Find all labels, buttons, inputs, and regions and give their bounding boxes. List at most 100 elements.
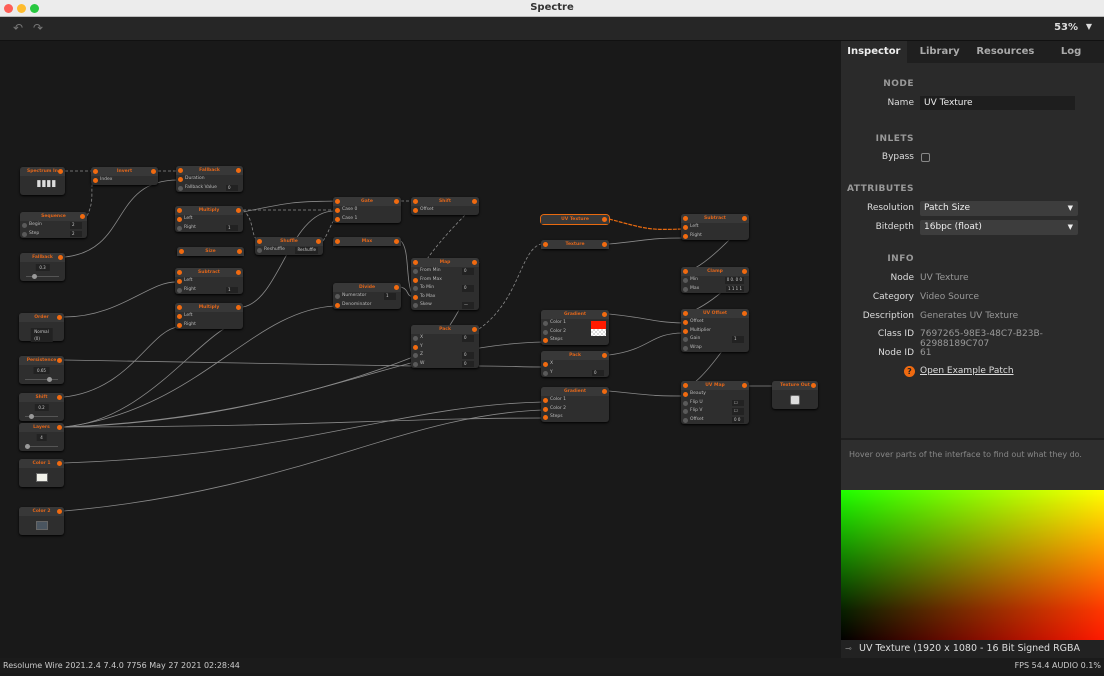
- inlet-port[interactable]: [413, 361, 418, 367]
- value-field[interactable]: 0.2: [34, 404, 49, 411]
- redo-icon[interactable]: ↷: [33, 21, 43, 35]
- outlet-port[interactable]: [236, 305, 241, 310]
- inlet-port[interactable]: [413, 336, 418, 341]
- outlet-port[interactable]: [472, 199, 477, 204]
- node-header[interactable]: Pack: [541, 351, 609, 360]
- node-pack[interactable]: Pack X 0 Y Z 0 W 0: [411, 325, 479, 368]
- inlet-port[interactable]: [683, 225, 688, 230]
- node-gradient[interactable]: Gradient Color 1 Color 2 Steps: [541, 387, 609, 422]
- outlet-port[interactable]: [57, 425, 62, 430]
- patch-canvas[interactable]: Spectrum In ▮▮▮▮ Invert Index Fallback Durati…: [0, 41, 840, 658]
- inlet-value[interactable]: 2: [70, 222, 82, 229]
- slider-knob[interactable]: [47, 377, 53, 382]
- node-shuffle[interactable]: Shuffle Reshuffle Reshuffle: [255, 237, 323, 255]
- outlet-port[interactable]: [742, 216, 747, 221]
- outlet-port[interactable]: [57, 395, 62, 400]
- node-header[interactable]: Gate: [333, 197, 401, 206]
- open-example-patch-link[interactable]: Open Example Patch: [920, 366, 1014, 376]
- zoom-window-button[interactable]: [30, 4, 39, 13]
- node-header[interactable]: Texture: [541, 240, 609, 249]
- inlet-value[interactable]: 0: [462, 285, 474, 292]
- node-texture[interactable]: Texture: [541, 240, 609, 249]
- inlet-port[interactable]: [335, 208, 340, 213]
- outlet-port[interactable]: [394, 199, 399, 204]
- inlet-port[interactable]: [683, 269, 688, 274]
- inlet-value[interactable]: 1: [732, 336, 744, 343]
- node-layers[interactable]: Layers 4: [19, 423, 64, 451]
- value-slider[interactable]: [26, 274, 59, 279]
- inlet-value[interactable]: 0: [592, 369, 604, 376]
- node-header[interactable]: Fallback: [176, 166, 243, 175]
- node-size[interactable]: Size: [177, 247, 244, 256]
- inlet-port[interactable]: [543, 370, 548, 376]
- node-header[interactable]: Shift: [411, 197, 479, 206]
- outlet-port[interactable]: [236, 270, 241, 275]
- color-swatch[interactable]: [35, 521, 48, 530]
- outlet-port[interactable]: [394, 239, 399, 244]
- node-fallback[interactable]: Fallback 0.3: [20, 253, 65, 281]
- tab-log[interactable]: Log: [1038, 41, 1104, 63]
- inlet-port[interactable]: [683, 345, 688, 351]
- node-clamp[interactable]: Clamp Min 0 0. 0 0 Max 1 1 1 1: [681, 267, 749, 293]
- inlet-port[interactable]: [177, 322, 182, 328]
- node-order[interactable]: Order Normal (0): [19, 313, 64, 342]
- resolution-select[interactable]: Patch Size ▼: [920, 201, 1078, 216]
- node-gradient[interactable]: Gradient Color 1 Color 2 Steps: [541, 310, 609, 345]
- inlet-port[interactable]: [413, 208, 418, 213]
- node-header[interactable]: Pack: [411, 325, 479, 334]
- outlet-port[interactable]: [742, 269, 747, 274]
- node-color-2[interactable]: Color 2: [19, 507, 64, 535]
- node-header[interactable]: Divide: [333, 283, 401, 292]
- node-header[interactable]: Multiply: [175, 303, 243, 312]
- inlet-port[interactable]: [683, 278, 688, 283]
- bitdepth-select[interactable]: 16bpc (float) ▼: [920, 220, 1078, 235]
- color-swatch[interactable]: [35, 473, 48, 482]
- inlet-value[interactable]: 1 1 1 1: [726, 285, 744, 292]
- outlet-port[interactable]: [80, 214, 85, 219]
- inlet-port[interactable]: [413, 199, 418, 204]
- node-header[interactable]: Max: [333, 237, 401, 246]
- color-2-swatch[interactable]: [591, 329, 606, 336]
- node-subtract[interactable]: Subtract Left Right: [681, 214, 749, 240]
- inlet-port[interactable]: [683, 311, 688, 316]
- inlet-value[interactable]: 0 0. 0 0: [724, 277, 744, 284]
- node-header[interactable]: Shift: [19, 393, 64, 402]
- node-uv-texture[interactable]: UV Texture: [541, 215, 609, 224]
- inlet-port[interactable]: [683, 320, 688, 325]
- order-dropdown[interactable]: Normal (0): [30, 328, 53, 342]
- inlet-port[interactable]: [543, 406, 548, 412]
- outlet-port[interactable]: [602, 389, 607, 394]
- outlet-port[interactable]: [57, 509, 62, 514]
- inlet-port[interactable]: [683, 417, 688, 423]
- inlet-value[interactable]: 0: [462, 352, 474, 359]
- inlet-value[interactable]: 0: [462, 335, 474, 342]
- inlet-port[interactable]: [683, 400, 688, 406]
- node-max[interactable]: Max: [333, 237, 401, 246]
- outlet-port[interactable]: [602, 353, 607, 358]
- inlet-port[interactable]: [413, 260, 418, 265]
- inlet-value[interactable]: 2: [70, 230, 82, 237]
- inlet-port[interactable]: [177, 208, 182, 213]
- outlet-port[interactable]: [151, 169, 156, 174]
- node-header[interactable]: Spectrum In: [20, 167, 65, 176]
- inlet-port[interactable]: [543, 242, 548, 247]
- inlet-port[interactable]: [177, 287, 182, 293]
- node-header[interactable]: Invert: [91, 167, 158, 176]
- node-header[interactable]: Color 2: [19, 507, 64, 516]
- inlet-port[interactable]: [22, 223, 27, 228]
- node-header[interactable]: Sequence: [20, 212, 87, 221]
- name-input[interactable]: UV Texture: [920, 96, 1075, 110]
- node-header[interactable]: Clamp: [681, 267, 749, 276]
- inlet-port[interactable]: [413, 294, 418, 300]
- inlet-port[interactable]: [413, 344, 418, 350]
- inlet-port[interactable]: [178, 168, 183, 173]
- outlet-port[interactable]: [58, 255, 63, 260]
- inlet-port[interactable]: [335, 239, 340, 244]
- node-header[interactable]: Size: [177, 247, 244, 256]
- outlet-port[interactable]: [742, 383, 747, 388]
- inlet-value[interactable]: ☐: [732, 408, 744, 415]
- inlet-port[interactable]: [683, 216, 688, 221]
- inlet-port[interactable]: [683, 233, 688, 239]
- inlet-port[interactable]: [335, 216, 340, 222]
- node-shift[interactable]: Shift 0.2: [19, 393, 64, 421]
